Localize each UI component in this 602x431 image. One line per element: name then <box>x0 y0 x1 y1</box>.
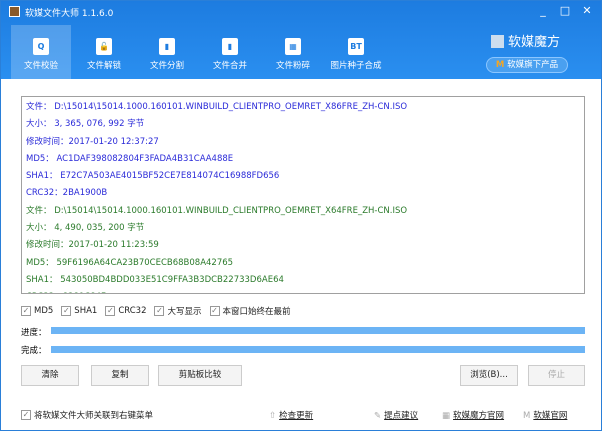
result-line: SHA1： E72C7A503AE4015BF52CE7E814074C1698… <box>26 171 280 182</box>
clear-button[interactable]: 清除 <box>21 365 79 386</box>
maximize-button[interactable]: □ <box>557 4 573 17</box>
result-line: MD5： AC1DAF398082804F3FADA4B31CAA488E <box>26 153 234 164</box>
option-checkbox-0[interactable]: ✓ MD5 <box>21 305 53 317</box>
progress-label: 进度： <box>21 328 47 338</box>
option-label: SHA1 <box>74 306 98 316</box>
option-checkbox-1[interactable]: ✓ SHA1 <box>61 305 97 317</box>
option-label: MD5 <box>34 306 54 316</box>
clipboard-compare-button[interactable]: 剪贴板比较 <box>158 365 242 386</box>
check-update-link[interactable]: 检查更新 <box>279 411 313 421</box>
products-label: 软媒旗下产品 <box>507 60 559 70</box>
result-line: SHA1： 543050BD4BDD033E51C9FFA3B3DCB22733… <box>26 274 284 285</box>
minimize-button[interactable]: _ <box>535 4 551 17</box>
checkbox-icon: ✓ <box>105 306 116 316</box>
mofang-site-link[interactable]: 软媒魔方官网 <box>453 411 504 421</box>
tab-icon: ▮ <box>222 38 238 55</box>
tab-1[interactable]: 🔓 文件解锁 <box>74 25 134 79</box>
browse-button[interactable]: 浏览(B)... <box>460 365 518 386</box>
window-title: 软媒文件大师 1.1.6.0 <box>25 9 114 19</box>
tab-2[interactable]: ▮ 文件分割 <box>137 25 197 79</box>
tab-5[interactable]: BT 图片种子合成 <box>326 25 386 79</box>
pen-icon: ✎ <box>374 411 382 421</box>
checkbox-icon: ✓ <box>21 306 31 316</box>
result-line: CRC32：2BA1900B <box>26 188 108 199</box>
grid-icon: ▦ <box>442 411 451 421</box>
brand-name: 软媒魔方 <box>508 35 561 50</box>
context-menu-label: 将软媒文件大师关联到右键菜单 <box>34 411 154 421</box>
main-window: 软媒文件大师 1.1.6.0 _ □ ✕ Q 文件校验 🔓 文件解锁 ▮ 文件分割 ▮ 文件合… <box>0 0 602 431</box>
result-line: 文件： D:\15014\15014.1000.160101.WINBUILD_… <box>26 102 408 112</box>
option-checkbox-4[interactable]: ✓ 本窗口始终在最前 <box>209 305 291 317</box>
options-row: ✓ MD5 ✓ SHA1 ✓ CRC32 ✓ 大写显示 ✓ 本窗口始终在最前 <box>21 305 291 317</box>
complete-label: 完成： <box>21 346 47 356</box>
option-label: 大写显示 <box>167 307 202 317</box>
tab-icon: ▮ <box>159 38 175 55</box>
result-line: CRC32：8289C84F <box>26 289 580 293</box>
tab-label: 文件解锁 <box>86 61 121 71</box>
option-label: CRC32 <box>118 306 147 316</box>
tab-label: 文件合并 <box>212 61 247 71</box>
tab-icon: BT <box>348 38 364 55</box>
tab-label: 文件分割 <box>149 61 184 71</box>
tab-4[interactable]: ▦ 文件粉碎 <box>263 25 323 79</box>
tab-label: 图片种子合成 <box>330 61 382 71</box>
result-line: 修改时间：2017-01-20 11:23:59 <box>26 240 159 251</box>
complete-bar <box>51 346 585 353</box>
brand-logo: 软媒魔方 <box>491 31 560 50</box>
option-checkbox-3[interactable]: ✓ 大写显示 <box>154 305 202 317</box>
header: 软媒文件大师 1.1.6.0 _ □ ✕ Q 文件校验 🔓 文件解锁 ▮ 文件分割 ▮ 文件合… <box>1 1 601 79</box>
result-line: 文件： D:\15014\15014.1000.160101.WINBUILD_… <box>26 205 408 216</box>
result-line: 修改时间：2017-01-20 12:37:27 <box>26 136 159 147</box>
tab-label: 文件粉碎 <box>275 61 310 71</box>
results-text-area[interactable]: 文件： D:\15014\15014.1000.160101.WINBUILD_… <box>21 96 585 294</box>
tab-label: 文件校验 <box>23 61 58 71</box>
update-icon: ⇧ <box>269 411 277 421</box>
tab-icon: Q <box>33 38 49 55</box>
result-line: 大小： 4, 490, 035, 200 字节 <box>26 223 145 234</box>
stop-button[interactable]: 停止 <box>528 365 585 386</box>
result-line: MD5： 59F6196A64CA23B70CECB68B08A42765 <box>26 257 234 268</box>
products-button[interactable]: M 软媒旗下产品 <box>486 57 568 73</box>
checkbox-icon: ✓ <box>154 306 165 316</box>
option-label: 本窗口始终在最前 <box>222 307 291 317</box>
cube-icon <box>491 35 504 48</box>
checkbox-icon: ✓ <box>61 306 72 316</box>
tab-0[interactable]: Q 文件校验 <box>11 25 71 79</box>
option-checkbox-2[interactable]: ✓ CRC32 <box>105 305 146 317</box>
tab-icon: ▦ <box>285 38 301 55</box>
checkbox-icon: ✓ <box>209 306 220 316</box>
ruanmei-site-link[interactable]: 软媒官网 <box>533 411 567 421</box>
tab-icon: 🔓 <box>96 38 112 55</box>
progress-bar <box>51 327 585 334</box>
close-button[interactable]: ✕ <box>579 4 595 17</box>
m-icon: M <box>523 411 531 421</box>
checkbox-icon: ✓ <box>21 410 31 420</box>
context-menu-checkbox[interactable]: ✓ 将软媒文件大师关联到右键菜单 <box>21 409 153 421</box>
m-logo-icon: M <box>495 60 505 70</box>
app-icon <box>9 6 20 17</box>
result-line: 大小： 3, 365, 076, 992 字节 <box>26 119 145 130</box>
tab-3[interactable]: ▮ 文件合并 <box>200 25 260 79</box>
feedback-link[interactable]: 提点建议 <box>384 411 418 421</box>
copy-button[interactable]: 复制 <box>91 365 149 386</box>
